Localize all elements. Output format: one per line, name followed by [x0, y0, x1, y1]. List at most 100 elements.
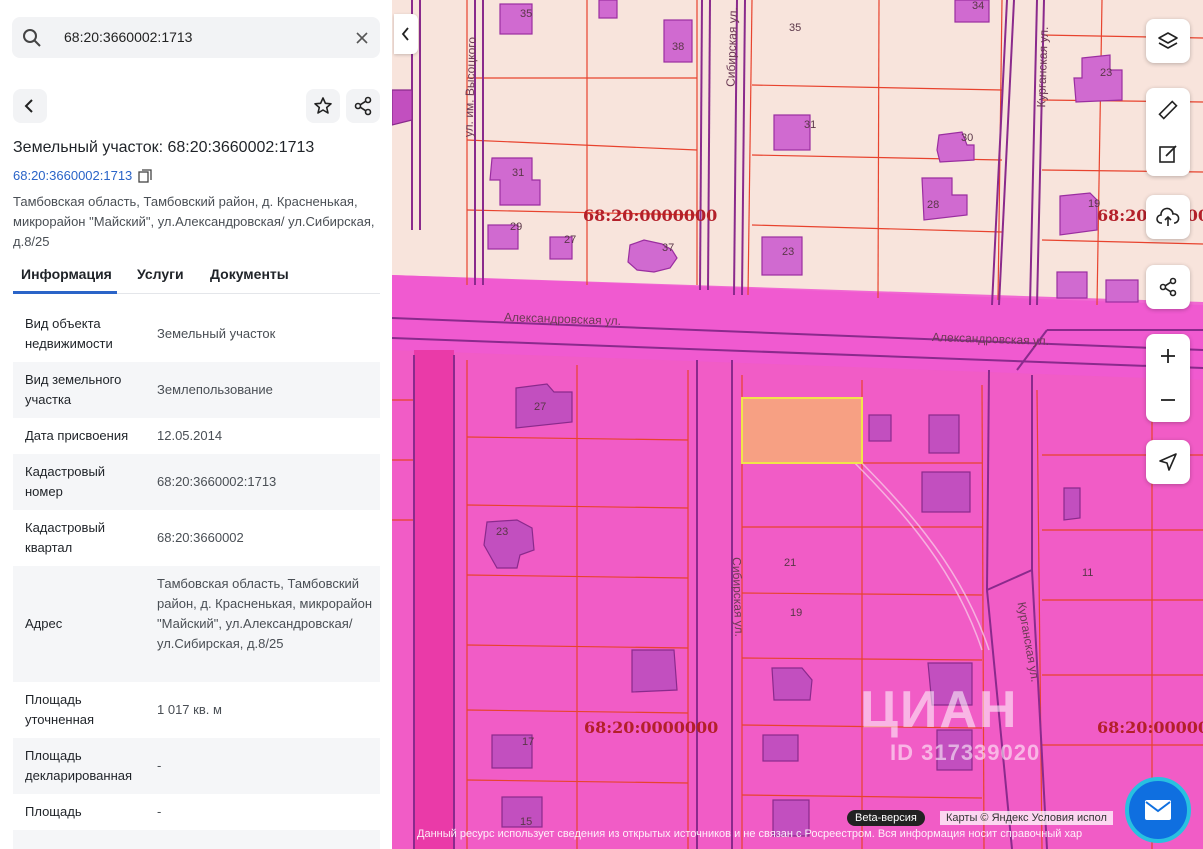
zoom-in-button[interactable]	[1159, 334, 1177, 378]
plot-number: 19	[1088, 198, 1101, 210]
plot-number: 23	[496, 526, 509, 538]
back-button[interactable]	[13, 89, 47, 123]
plot-number: 23	[1100, 67, 1113, 79]
info-row: Дата присвоения 12.05.2014	[13, 418, 380, 454]
plot-number: 11	[1082, 567, 1094, 579]
cadastral-link-text[interactable]: 68:20:3660002:1713	[13, 168, 132, 183]
layers-button[interactable]	[1146, 19, 1190, 63]
plot-number: 23	[782, 246, 795, 258]
minus-icon	[1161, 399, 1175, 401]
cloud-upload-icon	[1156, 207, 1180, 226]
info-value: -	[157, 758, 162, 773]
map-canvas[interactable]	[392, 0, 1203, 849]
beta-badge[interactable]: Beta-версия	[847, 810, 925, 826]
info-key: Кадастровый номер	[25, 464, 106, 499]
plot-number: 35	[789, 22, 802, 34]
info-key: Дата присвоения	[25, 428, 129, 443]
edit-icon	[1159, 145, 1177, 163]
plot-number: 30	[961, 132, 974, 144]
info-row: Площадь -	[13, 794, 380, 830]
tab-information[interactable]: Информация	[21, 266, 112, 282]
plot-number: 28	[927, 199, 940, 211]
info-value: 68:20:3660002	[157, 530, 244, 545]
copy-icon[interactable]	[138, 168, 152, 183]
info-value: Тамбовская область, Тамбовский район, д.…	[157, 576, 373, 651]
info-row: Вид земельного участка Землепользование	[13, 362, 380, 418]
chevron-left-icon	[401, 27, 409, 41]
upload-button[interactable]	[1146, 195, 1190, 239]
info-row: Вид объекта недвижимости Земельный участ…	[13, 306, 380, 362]
plot-number: 27	[564, 234, 577, 246]
info-value: -	[157, 804, 162, 819]
info-table: Вид объекта недвижимости Земельный участ…	[13, 306, 380, 849]
plot-number: 27	[534, 401, 547, 413]
address-text: Тамбовская область, Тамбовский район, д.…	[13, 194, 375, 249]
share-icon	[1159, 277, 1177, 297]
info-row: Кадастровый номер 68:20:3660002:1713	[13, 454, 380, 510]
zoom-group	[1146, 334, 1190, 422]
chevron-left-icon	[24, 99, 33, 113]
plot-number: 19	[790, 607, 803, 619]
info-key: Площадь уточненная	[25, 692, 95, 727]
selected-plot[interactable]	[741, 397, 863, 464]
plot-number: 31	[512, 167, 525, 179]
close-icon[interactable]	[352, 28, 372, 48]
ruler-icon	[1158, 100, 1178, 120]
plus-icon	[1161, 349, 1175, 363]
ruler-button[interactable]	[1157, 88, 1179, 132]
navigation-arrow-icon	[1159, 453, 1177, 471]
info-value: Земельный участок	[157, 326, 276, 341]
info-value: 68:20:3660002:1713	[157, 474, 277, 489]
feedback-button[interactable]	[1125, 777, 1191, 843]
tab-bar: Информация Услуги Документы	[13, 262, 380, 294]
map-credits[interactable]: Карты © Яндекс Условия испол	[940, 811, 1113, 825]
street-label: Сибирская ул.	[723, 6, 741, 88]
geolocate-button[interactable]	[1146, 440, 1190, 484]
info-key: Площадь декларированная	[25, 748, 133, 783]
search-input[interactable]: 68:20:3660002:1713	[64, 29, 192, 45]
plot-number: 35	[520, 8, 533, 20]
search-bar[interactable]: 68:20:3660002:1713	[12, 17, 380, 58]
zoom-out-button[interactable]	[1159, 378, 1177, 422]
star-icon	[314, 97, 332, 114]
map-share-button[interactable]	[1146, 265, 1190, 309]
quarter-label: 68:20:0000000	[584, 718, 719, 737]
page-title: Земельный участок: 68:20:3660002:1713	[13, 139, 315, 156]
active-tab-indicator	[13, 291, 117, 294]
info-row: Кадастровый квартал 68:20:3660002	[13, 510, 380, 566]
edit-button[interactable]	[1157, 132, 1179, 176]
tab-documents[interactable]: Документы	[210, 266, 289, 282]
favorite-button[interactable]	[306, 89, 340, 123]
info-value: 12.05.2014	[157, 428, 223, 443]
collapse-panel-button[interactable]	[394, 14, 418, 54]
quarter-label: 68:20:0000000	[583, 206, 718, 225]
layers-icon	[1158, 32, 1178, 49]
watermark-id: ID 317339020	[890, 740, 1041, 765]
info-panel: 68:20:3660002:1713 Земельный участок: 68…	[0, 0, 392, 849]
info-row	[13, 830, 380, 849]
street-label: Сибирская ул.	[729, 556, 747, 638]
watermark: ЦИАН ID 317339020	[860, 680, 1040, 766]
search-icon	[23, 29, 41, 47]
street-label: Курганская ул.	[1034, 26, 1051, 108]
info-row: Площадь декларированная -	[13, 738, 380, 794]
plot-number: 37	[662, 242, 675, 254]
share-icon	[354, 96, 372, 116]
tools-group	[1146, 88, 1190, 176]
info-key: Адрес	[25, 616, 63, 631]
cadastral-link[interactable]: 68:20:3660002:1713	[13, 168, 152, 183]
info-value: 1 017 кв. м	[157, 702, 222, 717]
cadastral-map[interactable]: Александровская ул. Александровская ул. …	[392, 0, 1203, 849]
tab-services[interactable]: Услуги	[137, 266, 184, 282]
disclaimer-text: Данный ресурс использует сведения из отк…	[417, 828, 1083, 840]
info-row: Площадь уточненная 1 017 кв. м	[13, 682, 380, 738]
info-key: Вид объекта недвижимости	[25, 316, 113, 351]
info-value: Землепользование	[157, 382, 273, 397]
plot-number: 31	[804, 119, 817, 131]
plot-number: 15	[520, 816, 533, 828]
plot-number: 38	[672, 41, 685, 53]
share-button[interactable]	[346, 89, 380, 123]
mail-icon	[1145, 800, 1171, 820]
plot-number: 17	[522, 736, 535, 748]
watermark-brand: ЦИАН	[860, 681, 1019, 739]
